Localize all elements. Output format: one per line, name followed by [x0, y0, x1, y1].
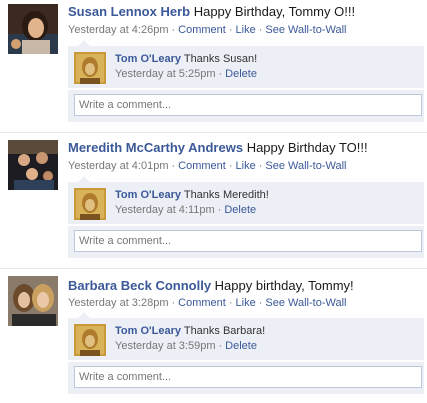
post-timestamp: Yesterday at 4:26pm	[68, 24, 169, 36]
write-comment-area	[68, 90, 424, 122]
comment-timestamp: Yesterday at 4:11pm	[115, 204, 215, 216]
comment-author-link[interactable]: Tom O'Leary	[115, 189, 181, 201]
avatar[interactable]	[8, 4, 58, 54]
comment-author-link[interactable]: Tom O'Leary	[115, 53, 181, 65]
comment-line: Tom O'Leary Thanks Meredith!	[115, 189, 269, 201]
post-meta: Yesterday at 3:28pm · Comment · Like · See Wal…	[68, 297, 346, 309]
comment-link[interactable]: Comment	[178, 24, 226, 36]
separator: ·	[258, 160, 263, 172]
separator: ·	[218, 68, 223, 80]
comment-author-link[interactable]: Tom O'Leary	[115, 325, 181, 337]
comment-line: Tom O'Leary Thanks Susan!	[115, 53, 257, 65]
separator: ·	[171, 24, 176, 36]
avatar[interactable]	[8, 140, 58, 190]
post-author-link[interactable]: Meredith McCarthy Andrews	[68, 140, 243, 155]
write-comment-area	[68, 362, 424, 394]
delete-link[interactable]: Delete	[225, 68, 257, 80]
wall-to-wall-link[interactable]: See Wall-to-Wall	[265, 24, 346, 36]
comment-meta: Yesterday at 4:11pm · Delete	[115, 204, 256, 216]
avatar[interactable]	[8, 276, 58, 326]
post-message: Happy Birthday TO!!!	[246, 140, 368, 155]
comment-timestamp: Yesterday at 5:25pm	[115, 68, 216, 80]
comment-timestamp: Yesterday at 3:59pm	[115, 340, 216, 352]
post-timestamp: Yesterday at 3:28pm	[68, 297, 169, 309]
post-message: Happy Birthday, Tommy O!!!	[193, 4, 356, 19]
comment-avatar[interactable]	[74, 188, 106, 220]
delete-link[interactable]: Delete	[225, 340, 257, 352]
comment-link[interactable]: Comment	[178, 297, 226, 309]
comment-text: Thanks Susan!	[183, 53, 258, 65]
comment-link[interactable]: Comment	[178, 160, 226, 172]
comment-avatar[interactable]	[74, 324, 106, 356]
post-timestamp: Yesterday at 4:01pm	[68, 160, 169, 172]
separator: ·	[171, 297, 176, 309]
wall-to-wall-link[interactable]: See Wall-to-Wall	[265, 160, 346, 172]
comment-input[interactable]	[74, 230, 422, 252]
post-message: Happy birthday, Tommy!	[214, 278, 354, 293]
separator: ·	[171, 160, 176, 172]
comment: Tom O'Leary Thanks Meredith! Yesterday a…	[68, 182, 424, 224]
like-link[interactable]: Like	[236, 160, 256, 172]
like-link[interactable]: Like	[236, 24, 256, 36]
comment-meta: Yesterday at 5:25pm · Delete	[115, 68, 257, 80]
post-meta: Yesterday at 4:26pm · Comment · Like · See Wal…	[68, 24, 346, 36]
post-meta: Yesterday at 4:01pm · Comment · Like · See Wal…	[68, 160, 346, 172]
comment-text: Thanks Barbara!	[183, 325, 266, 337]
separator: ·	[228, 297, 233, 309]
comment-input[interactable]	[74, 94, 422, 116]
wall-to-wall-link[interactable]: See Wall-to-Wall	[265, 297, 346, 309]
comment-line: Tom O'Leary Thanks Barbara!	[115, 325, 265, 337]
separator: ·	[228, 24, 233, 36]
post-author-link[interactable]: Barbara Beck Connolly	[68, 278, 211, 293]
separator: ·	[258, 297, 263, 309]
divider	[0, 268, 427, 269]
comment-text: Thanks Meredith!	[183, 189, 269, 201]
post-line: Barbara Beck Connolly Happy birthday, To…	[68, 278, 354, 293]
post-line: Meredith McCarthy Andrews Happy Birthday…	[68, 140, 368, 155]
separator: ·	[228, 160, 233, 172]
divider	[0, 132, 427, 133]
separator: ·	[258, 24, 263, 36]
comment-meta: Yesterday at 3:59pm · Delete	[115, 340, 257, 352]
delete-link[interactable]: Delete	[224, 204, 256, 216]
comment: Tom O'Leary Thanks Barbara! Yesterday at…	[68, 318, 424, 360]
separator: ·	[217, 204, 222, 216]
post-line: Susan Lennox Herb Happy Birthday, Tommy …	[68, 4, 355, 19]
separator: ·	[218, 340, 223, 352]
post-author-link[interactable]: Susan Lennox Herb	[68, 4, 190, 19]
write-comment-area	[68, 226, 424, 258]
comment: Tom O'Leary Thanks Susan! Yesterday at 5…	[68, 46, 424, 88]
comment-avatar[interactable]	[74, 52, 106, 84]
comment-input[interactable]	[74, 366, 422, 388]
like-link[interactable]: Like	[236, 297, 256, 309]
